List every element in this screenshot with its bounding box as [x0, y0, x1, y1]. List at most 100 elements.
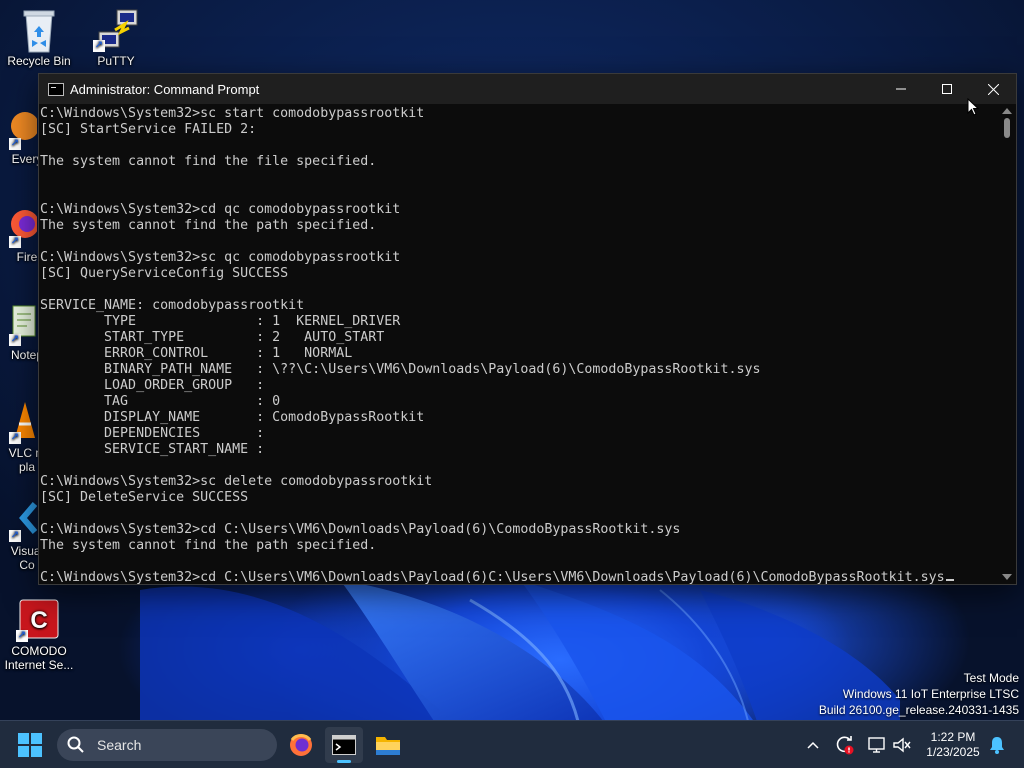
- bell-icon: [990, 737, 1004, 754]
- desktop-icon-label: COMODO Internet Se...: [4, 644, 74, 672]
- window-title: Administrator: Command Prompt: [70, 81, 260, 97]
- console-line: START_TYPE : 2 AUTO_START: [40, 330, 385, 345]
- console-input-text: C:\Windows\System32>cd C:\Users\VM6\Down…: [40, 570, 945, 584]
- chevron-up-icon: [807, 741, 819, 749]
- recycle-bin-icon: [18, 8, 60, 53]
- command-prompt-icon: [48, 82, 64, 96]
- console-line: DEPENDENCIES :: [40, 426, 265, 441]
- notepad-plus-plus-icon: ↗: [0, 302, 37, 346]
- minimize-button[interactable]: [878, 74, 924, 104]
- taskbar-firefox[interactable]: [282, 727, 320, 763]
- maximize-icon: [942, 84, 952, 94]
- taskbar-command-prompt[interactable]: [325, 727, 363, 763]
- visual-studio-code-icon: ↗: [0, 498, 38, 542]
- console-line: C:\Windows\System32>sc start comodobypas…: [40, 106, 425, 121]
- console-line: LOAD_ORDER_GROUP :: [40, 378, 265, 393]
- shortcut-arrow-icon: ↗: [93, 40, 105, 52]
- scroll-thumb[interactable]: [1004, 118, 1010, 138]
- search-icon: [67, 736, 85, 754]
- console-line: ERROR_CONTROL : 1 NORMAL: [40, 346, 353, 361]
- start-button[interactable]: [18, 733, 44, 757]
- folder-icon: [376, 737, 400, 755]
- text-cursor: [945, 579, 954, 581]
- clock-date: 1/23/2025: [926, 745, 980, 759]
- console-line: SERVICE_START_NAME :: [40, 442, 265, 457]
- console-line: The system cannot find the path specifie…: [40, 538, 377, 553]
- console-line: SERVICE_NAME: comodobypassrootkit: [40, 298, 305, 313]
- console-line: C:\Windows\System32>sc delete comodobypa…: [40, 474, 433, 489]
- console-line: The system cannot find the path specifie…: [40, 218, 377, 233]
- search-label: Search: [97, 737, 142, 753]
- scroll-up-arrow-icon[interactable]: [1002, 108, 1012, 114]
- taskbar-file-explorer[interactable]: [369, 727, 407, 763]
- putty-icon: ↗: [93, 8, 138, 52]
- clock-time: 1:22 PM: [930, 730, 976, 744]
- desktop-icon-recycle-bin[interactable]: Recycle Bin: [1, 8, 77, 68]
- active-app-indicator: [337, 760, 351, 763]
- volume-muted-icon: [893, 737, 911, 753]
- console-output[interactable]: C:\Windows\System32>sc start comodobypas…: [39, 104, 998, 584]
- desktop-icon-label: Recycle Bin: [7, 54, 71, 68]
- console-line: C:\Windows\System32>cd qc comodobypassro…: [40, 202, 401, 217]
- comodo-icon: C ↗: [16, 598, 60, 642]
- window-titlebar[interactable]: Administrator: Command Prompt: [39, 74, 1016, 104]
- console-line: C:\Windows\System32>sc qc comodobypassro…: [40, 250, 401, 265]
- console-line: BINARY_PATH_NAME : \??\C:\Users\VM6\Down…: [40, 362, 761, 377]
- shortcut-arrow-icon: ↗: [9, 334, 21, 346]
- taskbar-clock[interactable]: 1:22 PM 1/23/2025: [920, 730, 986, 760]
- vlc-icon: ↗: [0, 400, 37, 444]
- maximize-button[interactable]: [924, 74, 970, 104]
- firefox-icon: [290, 734, 312, 756]
- command-prompt-icon: [332, 735, 356, 755]
- taskbar: Search 1:22 PM 1/23/2025: [0, 720, 1024, 768]
- taskbar-search[interactable]: Search: [57, 729, 277, 761]
- watermark-line-2: Windows 11 IoT Enterprise LTSC: [842, 687, 1019, 701]
- desktop-icon-label: PuTTY: [97, 54, 135, 68]
- watermark-line-1: Test Mode: [963, 671, 1019, 685]
- console-line: The system cannot find the file specifie…: [40, 154, 377, 169]
- minimize-icon: [896, 88, 906, 90]
- show-hidden-icons-button[interactable]: [802, 733, 824, 757]
- console-input-line[interactable]: C:\Windows\System32>cd C:\Users\VM6\Down…: [40, 570, 998, 584]
- watermark-line-3: Build 26100.ge_release.240331-1435: [818, 703, 1019, 717]
- close-icon: [987, 83, 999, 95]
- wallpaper-bloom: [140, 580, 900, 730]
- shortcut-arrow-icon: ↗: [9, 432, 21, 444]
- console-line: TAG : 0: [40, 394, 281, 409]
- console-line: [SC] DeleteService SUCCESS: [40, 490, 249, 505]
- test-mode-watermark: Test Mode Windows 11 IoT Enterprise LTSC…: [819, 670, 1019, 718]
- desktop-icon-comodo[interactable]: C ↗ COMODO Internet Se...: [1, 598, 77, 672]
- tray-network[interactable]: [866, 733, 888, 757]
- vertical-scrollbar[interactable]: [998, 104, 1016, 584]
- console-line: [SC] StartService FAILED 2:: [40, 122, 257, 137]
- shortcut-arrow-icon: ↗: [9, 530, 21, 542]
- shortcut-arrow-icon: ↗: [16, 630, 28, 642]
- desktop-icon-putty[interactable]: ↗ PuTTY: [78, 8, 154, 68]
- mouse-pointer-icon: [967, 98, 979, 116]
- tray-sync-alert[interactable]: [834, 733, 856, 757]
- shortcut-arrow-icon: ↗: [9, 138, 21, 150]
- network-icon: [868, 737, 885, 753]
- console-line: C:\Windows\System32>cd C:\Users\VM6\Down…: [40, 522, 681, 537]
- everything-icon: ↗: [0, 106, 39, 150]
- console-line: [SC] QueryServiceConfig SUCCESS: [40, 266, 289, 281]
- svg-text:C: C: [30, 607, 47, 634]
- console-line: DISPLAY_NAME : ComodoBypassRootkit: [40, 410, 425, 425]
- sync-alert-icon: [836, 736, 854, 755]
- command-prompt-window[interactable]: Administrator: Command Prompt C:\Windows…: [38, 73, 1017, 585]
- firefox-icon: ↗: [0, 204, 39, 248]
- notifications-button[interactable]: [986, 733, 1008, 757]
- tray-volume[interactable]: [891, 733, 913, 757]
- console-line: TYPE : 1 KERNEL_DRIVER: [40, 314, 401, 329]
- windows-logo-icon: [18, 733, 29, 744]
- scroll-down-arrow-icon[interactable]: [1002, 574, 1012, 580]
- shortcut-arrow-icon: ↗: [9, 236, 21, 248]
